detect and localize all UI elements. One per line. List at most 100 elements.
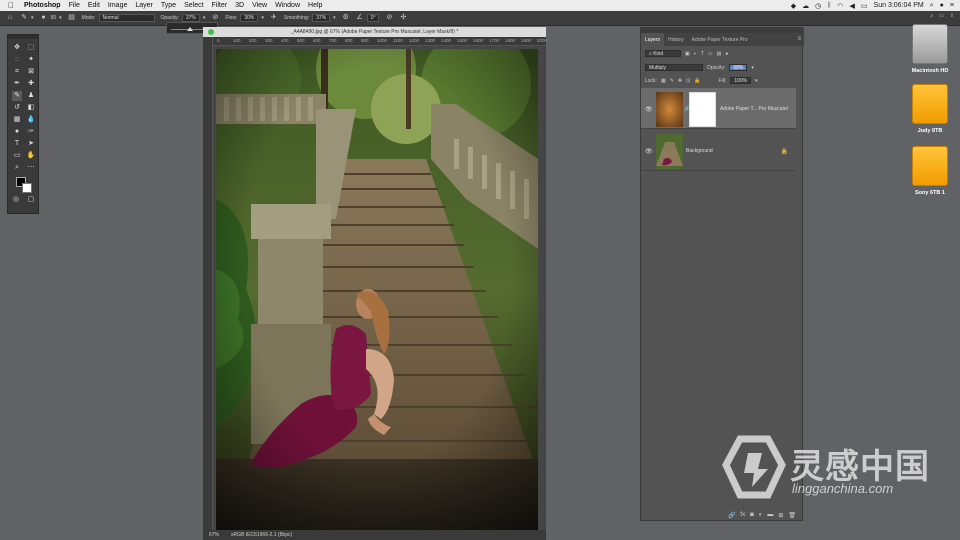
menu-view[interactable]: View (252, 2, 267, 9)
magic-wand-tool-icon[interactable]: ✦ (26, 55, 36, 65)
more-tools-icon[interactable]: ⋯ (26, 163, 36, 173)
eraser-tool-icon[interactable]: ◧ (26, 103, 36, 113)
pressure-size-icon[interactable]: ⊘ (385, 14, 393, 22)
menu-file[interactable]: File (69, 2, 80, 9)
angle-icon[interactable]: ∠ 0° (356, 14, 380, 22)
symmetry-icon[interactable]: ✣ (399, 14, 407, 22)
fill-input[interactable]: 100% (730, 77, 752, 84)
screen-mode-icon[interactable]: ▢ (26, 195, 36, 205)
lasso-tool-icon[interactable]: ◌ (12, 55, 22, 65)
menubar-clock[interactable]: Sun 3:06:04 PM (874, 2, 924, 9)
lock-artboard-icon[interactable]: ⊡ (686, 78, 690, 84)
brush-size-picker[interactable]: ● 50 ▾ (40, 14, 61, 22)
menu-window[interactable]: Window (275, 2, 300, 9)
brush-tool-preset-icon[interactable]: ✎ ▾ (20, 14, 33, 22)
background-color-swatch[interactable] (22, 183, 32, 193)
document-titlebar[interactable]: _A4A8490.jpg @ 67% (Adobe Paper Texture … (203, 27, 546, 37)
fill-dropdown-icon[interactable]: ▾ (755, 78, 758, 84)
flow-input[interactable]: 30% (240, 14, 259, 22)
disk-sony-6tb[interactable]: Sony 6TB 1 (900, 146, 960, 196)
path-selection-tool-icon[interactable]: ➤ (26, 139, 36, 149)
zoom-tool-icon[interactable]: ⌕ (12, 163, 22, 173)
filter-type-icon[interactable]: T (701, 51, 704, 57)
brush-tool-icon[interactable]: ✎ (12, 91, 22, 101)
ruler-horizontal[interactable]: 0 100 200 300 400 500 600 700 800 900 1000 1100 1200… (213, 37, 547, 46)
menu-filter[interactable]: Filter (212, 2, 228, 9)
crop-tool-icon[interactable]: ⌗ (12, 67, 22, 77)
spotlight-icon[interactable]: ⌕ (930, 2, 934, 10)
add-mask-icon[interactable]: ◙ (750, 512, 754, 518)
bluetooth-icon[interactable]: ᛒ (827, 2, 831, 9)
layer-name-background[interactable]: Background (686, 148, 713, 154)
tools-panel-grip[interactable] (8, 35, 38, 39)
smoothing-gear-icon[interactable]: ⚙ (342, 14, 350, 22)
smoothing-input[interactable]: 37% (312, 14, 331, 22)
menu-app-photoshop[interactable]: Photoshop (24, 2, 61, 9)
filter-smart-object-icon[interactable]: ▤ (717, 51, 722, 57)
menu-layer[interactable]: Layer (135, 2, 153, 9)
layer-row-paper-texture[interactable]: 👁 🔗 Adobe Paper T... Pro Muscatel (641, 88, 796, 129)
fx-icon[interactable]: fx (740, 512, 745, 518)
disk-macintosh-hd[interactable]: Macintosh HD (900, 24, 960, 74)
visibility-eye-icon[interactable]: 👁 (645, 106, 653, 113)
user-avatar-icon[interactable]: ● (940, 2, 944, 9)
dropbox-icon[interactable]: ◆ (791, 2, 796, 10)
layer-row-background[interactable]: 👁 Background 🔒 (641, 130, 796, 171)
clone-stamp-tool-icon[interactable]: ♟ (26, 91, 36, 101)
link-layers-icon[interactable]: 🔗 (728, 512, 735, 519)
search-icon[interactable]: ⌕ (930, 13, 933, 19)
blur-tool-icon[interactable]: 💧 (26, 115, 36, 125)
lock-transparent-icon[interactable]: ▦ (661, 78, 666, 84)
lock-pixels-icon[interactable]: ✎ (670, 78, 674, 84)
mode-select[interactable]: Normal (98, 14, 155, 22)
filter-adjustment-icon[interactable]: ◐ (694, 51, 697, 57)
tab-history[interactable]: History (664, 33, 688, 46)
frame-tool-icon[interactable]: ⊠ (26, 67, 36, 77)
panel-menu-icon[interactable]: ≡ (797, 36, 801, 42)
cloud-icon[interactable]: ☁ (802, 2, 809, 10)
marquee-tool-icon[interactable]: ⬚ (26, 43, 36, 53)
gradient-tool-icon[interactable]: ▦ (12, 115, 22, 125)
menu-3d[interactable]: 3D (235, 2, 244, 9)
airbrush-icon[interactable]: ✈ (270, 14, 278, 22)
opacity-input[interactable]: 37% (181, 14, 200, 22)
dodge-tool-icon[interactable]: ● (12, 127, 22, 137)
color-profile[interactable]: sRGB IEC61966-2.1 (8bpc) (231, 532, 292, 538)
layer-name-paper-texture[interactable]: Adobe Paper T... Pro Muscatel (720, 106, 788, 112)
ruler-vertical[interactable] (203, 37, 213, 530)
filter-kind-select[interactable]: ⌕ Kind (645, 50, 681, 57)
new-group-folder-icon[interactable]: ▬ (767, 512, 773, 518)
image-canvas[interactable] (216, 49, 538, 531)
filter-toggle-icon[interactable]: ● (725, 51, 728, 57)
trash-icon[interactable]: 🗑 (788, 512, 796, 519)
layer-opacity-input[interactable]: 68% (729, 64, 748, 71)
opacity-slider-thumb[interactable] (187, 27, 193, 31)
wifi-icon[interactable]: ◠ (837, 2, 843, 10)
menu-select[interactable]: Select (184, 2, 203, 9)
hand-tool-icon[interactable]: ✋ (26, 151, 36, 161)
volume-icon[interactable]: ◀ (850, 2, 855, 10)
angle-input[interactable]: 0° (366, 14, 380, 22)
layer-opacity-dropdown-icon[interactable]: ▾ (751, 65, 754, 71)
lock-all-icon[interactable]: 🔒 (694, 78, 700, 84)
new-layer-icon[interactable]: ⊞ (778, 512, 783, 519)
healing-brush-tool-icon[interactable]: ✚ (26, 79, 36, 89)
notification-center-icon[interactable]: ≡ (950, 2, 954, 9)
move-tool-icon[interactable]: ✥ (12, 43, 22, 53)
battery-icon[interactable]: ▭ (861, 2, 868, 10)
menu-image[interactable]: Image (108, 2, 127, 9)
zoom-level[interactable]: 67% (209, 532, 219, 538)
tab-layers[interactable]: Layers (641, 33, 665, 46)
pen-tool-icon[interactable]: ✑ (26, 127, 36, 137)
filter-shape-icon[interactable]: ▭ (708, 51, 713, 57)
eyedropper-tool-icon[interactable]: ✒ (12, 79, 22, 89)
shape-tool-icon[interactable]: ▭ (12, 151, 22, 161)
visibility-eye-icon[interactable]: 👁 (645, 148, 653, 155)
tab-adobe-paper-texture-pro[interactable]: Adobe Paper Texture Pro (688, 33, 752, 46)
workspace-icon[interactable]: ▭ (939, 13, 944, 19)
brush-settings-icon[interactable]: ▤ (68, 14, 76, 22)
home-icon[interactable]: ⌂ (6, 14, 14, 22)
menu-type[interactable]: Type (161, 2, 176, 9)
adjustment-layer-icon[interactable]: ◐ (759, 512, 763, 518)
layer-mask-thumbnail[interactable] (689, 92, 716, 127)
